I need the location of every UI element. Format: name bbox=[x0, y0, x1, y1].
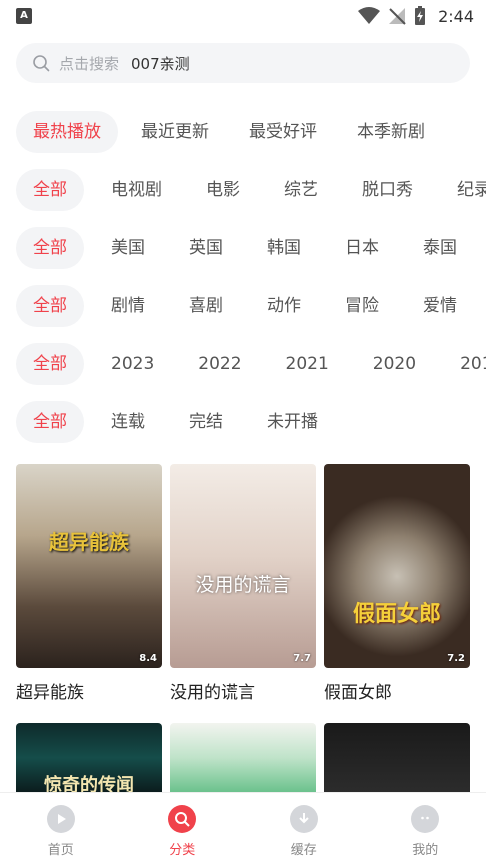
status-tab-upcoming[interactable]: 未开播 bbox=[250, 401, 335, 443]
show-card[interactable]: 没用的谎言 7.7 没用的谎言 bbox=[170, 464, 316, 703]
bottom-nav: 首页 分类 缓存 我的 bbox=[0, 792, 486, 864]
poster-image: 没用的谎言 7.7 bbox=[170, 464, 316, 668]
genre-tab-action[interactable]: 动作 bbox=[250, 285, 318, 327]
show-title: 超异能族 bbox=[16, 683, 84, 703]
poster-image: 超异能族 8.4 bbox=[16, 464, 162, 668]
poster-title-art: 假面女郎 bbox=[352, 602, 441, 627]
nav-label: 缓存 bbox=[290, 843, 317, 858]
battery-charging-icon bbox=[415, 6, 426, 25]
poster-title-art: 没用的谎言 bbox=[195, 574, 291, 596]
show-title: 假面女郎 bbox=[324, 683, 392, 703]
genre-tabs: 全部 剧情 喜剧 动作 冒险 爱情 bbox=[16, 285, 484, 327]
search-hint: 007亲测 bbox=[131, 54, 190, 73]
status-tab-all[interactable]: 全部 bbox=[16, 401, 84, 443]
rating-score: 8.4 bbox=[139, 653, 157, 664]
poster-image: 惊奇的传闻 bbox=[16, 723, 162, 793]
genre-tab-comedy[interactable]: 喜剧 bbox=[172, 285, 240, 327]
show-card[interactable] bbox=[324, 723, 470, 793]
region-tab-thailand[interactable]: 泰国 bbox=[406, 227, 474, 269]
rating-score: 7.2 bbox=[447, 653, 465, 664]
year-tab-2019[interactable]: 2019 bbox=[443, 343, 486, 385]
sort-tab-rated[interactable]: 最受好评 bbox=[232, 111, 334, 153]
search-placeholder: 点击搜索 bbox=[59, 54, 120, 73]
year-tab-2022[interactable]: 2022 bbox=[181, 343, 258, 385]
search-icon bbox=[33, 55, 50, 72]
type-tab-variety[interactable]: 综艺 bbox=[267, 169, 335, 211]
no-signal-icon bbox=[389, 8, 406, 25]
airing-status-tabs: 全部 连载 完结 未开播 bbox=[16, 401, 345, 443]
search-bar[interactable]: 点击搜索 007亲测 bbox=[16, 43, 470, 83]
nav-home[interactable]: 首页 bbox=[0, 793, 122, 864]
region-tabs: 全部 美国 英国 韩国 日本 泰国 bbox=[16, 227, 484, 269]
year-tab-2023[interactable]: 2023 bbox=[94, 343, 171, 385]
region-tab-us[interactable]: 美国 bbox=[94, 227, 162, 269]
year-tab-2021[interactable]: 2021 bbox=[269, 343, 346, 385]
poster-image bbox=[170, 723, 316, 793]
poster-image: 假面女郎 7.2 bbox=[324, 464, 470, 668]
nav-profile[interactable]: 我的 bbox=[365, 793, 486, 864]
poster-image bbox=[324, 723, 470, 793]
genre-tab-adventure[interactable]: 冒险 bbox=[328, 285, 396, 327]
sort-tab-season[interactable]: 本季新剧 bbox=[340, 111, 442, 153]
nav-category[interactable]: 分类 bbox=[122, 793, 244, 864]
download-icon bbox=[289, 805, 318, 833]
show-card[interactable] bbox=[170, 723, 316, 793]
type-tab-tv[interactable]: 电视剧 bbox=[94, 169, 179, 211]
show-title: 没用的谎言 bbox=[170, 683, 255, 703]
app-notification-icon: A bbox=[16, 8, 32, 24]
year-tab-all[interactable]: 全部 bbox=[16, 343, 84, 385]
show-card[interactable]: 惊奇的传闻 bbox=[16, 723, 162, 793]
type-tab-all[interactable]: 全部 bbox=[16, 169, 84, 211]
type-tab-documentary[interactable]: 纪录 bbox=[440, 169, 486, 211]
status-bar: A 2:44 bbox=[0, 0, 486, 34]
status-tab-completed[interactable]: 完结 bbox=[172, 401, 240, 443]
type-tabs: 全部 电视剧 电影 综艺 脱口秀 纪录 bbox=[16, 169, 486, 211]
home-icon bbox=[46, 805, 75, 833]
sort-tab-recent[interactable]: 最近更新 bbox=[124, 111, 226, 153]
show-card[interactable]: 超异能族 8.4 超异能族 bbox=[16, 464, 162, 703]
region-tab-japan[interactable]: 日本 bbox=[328, 227, 396, 269]
status-tab-ongoing[interactable]: 连载 bbox=[94, 401, 162, 443]
rating-score: 7.7 bbox=[293, 653, 311, 664]
nav-label: 首页 bbox=[47, 843, 74, 858]
region-tab-uk[interactable]: 英国 bbox=[172, 227, 240, 269]
wifi-icon bbox=[358, 7, 381, 24]
show-card[interactable]: 假面女郎 7.2 假面女郎 bbox=[324, 464, 470, 703]
poster-title-art: 惊奇的传闻 bbox=[44, 775, 134, 793]
year-tabs: 全部 2023 2022 2021 2020 2019 bbox=[16, 343, 486, 385]
profile-icon bbox=[411, 805, 440, 833]
region-tab-all[interactable]: 全部 bbox=[16, 227, 84, 269]
poster-grid-row: 惊奇的传闻 bbox=[16, 723, 470, 793]
nav-label: 分类 bbox=[169, 843, 196, 858]
clock: 2:44 bbox=[438, 6, 474, 26]
nav-download[interactable]: 缓存 bbox=[243, 793, 365, 864]
category-icon bbox=[168, 805, 197, 833]
nav-label: 我的 bbox=[412, 843, 439, 858]
sort-tabs: 最热播放 最近更新 最受好评 本季新剧 bbox=[16, 111, 448, 153]
year-tab-2020[interactable]: 2020 bbox=[356, 343, 433, 385]
genre-tab-all[interactable]: 全部 bbox=[16, 285, 84, 327]
genre-tab-drama[interactable]: 剧情 bbox=[94, 285, 162, 327]
type-tab-talkshow[interactable]: 脱口秀 bbox=[345, 169, 430, 211]
genre-tab-romance[interactable]: 爱情 bbox=[406, 285, 474, 327]
poster-grid-row: 超异能族 8.4 超异能族 没用的谎言 7.7 没用的谎言 假面女郎 7.2 假… bbox=[16, 464, 470, 703]
region-tab-korea[interactable]: 韩国 bbox=[250, 227, 318, 269]
type-tab-movie[interactable]: 电影 bbox=[189, 169, 257, 211]
poster-title-art: 超异能族 bbox=[49, 530, 129, 554]
status-icons: 2:44 bbox=[358, 6, 474, 26]
sort-tab-hot[interactable]: 最热播放 bbox=[16, 111, 118, 153]
